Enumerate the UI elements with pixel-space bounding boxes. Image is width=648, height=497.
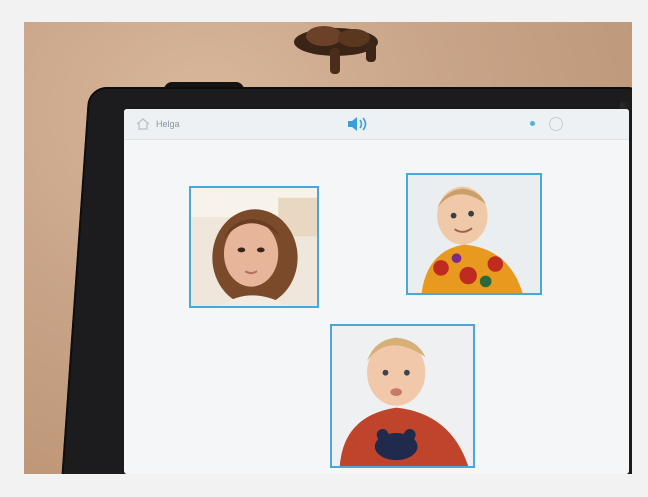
- home-icon[interactable]: [136, 118, 150, 130]
- app-name: Helga: [156, 119, 180, 129]
- toddler-smiling-photo: [408, 175, 540, 293]
- woman-portrait: [191, 188, 317, 306]
- settings-icon[interactable]: [549, 117, 563, 131]
- status-dot: [530, 121, 535, 126]
- wooden-toy: [294, 26, 378, 74]
- app-bar: Helga: [124, 109, 629, 140]
- contact-tile-toddler-red-shirt[interactable]: [330, 324, 475, 468]
- contact-tile-toddler-smiling[interactable]: [406, 173, 542, 295]
- speaker-icon[interactable]: [346, 116, 370, 132]
- photo-background: Helga: [24, 22, 632, 474]
- tablet-screen: Helga: [124, 109, 629, 474]
- toddler-red-shirt-photo: [332, 326, 473, 466]
- contact-tile-woman[interactable]: [189, 186, 319, 308]
